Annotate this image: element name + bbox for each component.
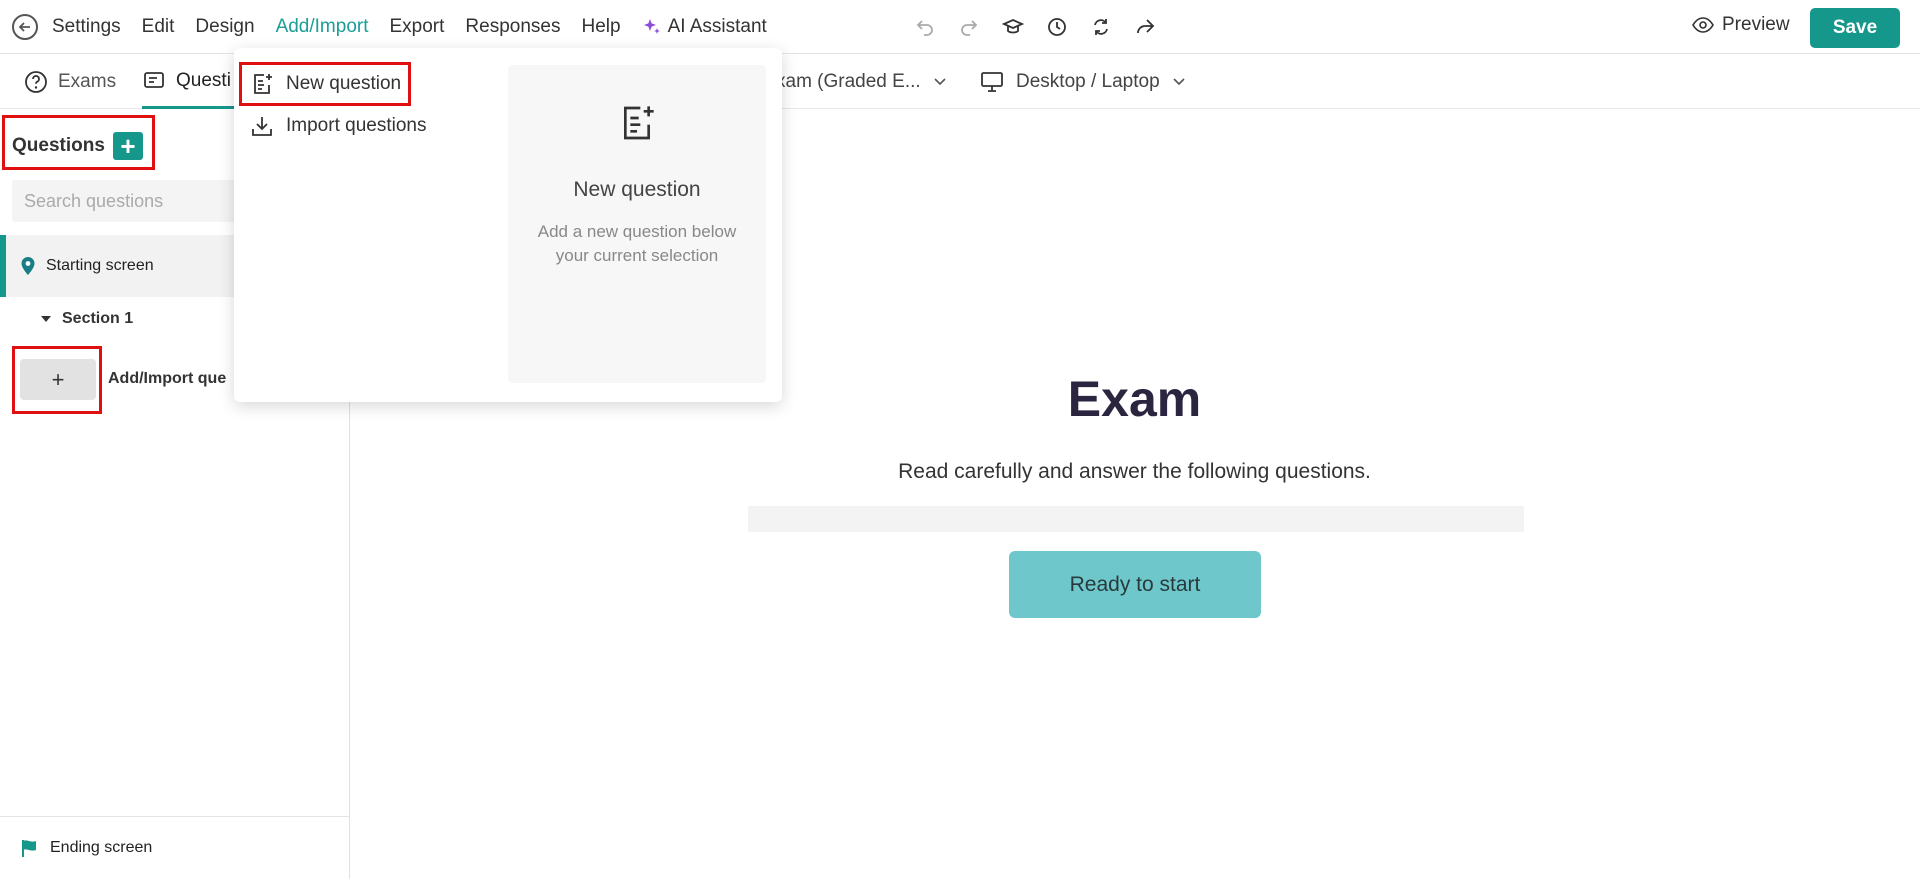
highlight-box — [12, 346, 102, 414]
caret-down-icon — [41, 316, 51, 322]
tab-questions-label: Questi — [176, 69, 231, 91]
ending-screen-label: Ending screen — [50, 839, 153, 856]
menu-help[interactable]: Help — [581, 16, 620, 38]
tab-exams[interactable]: Exams — [24, 55, 116, 109]
section-1-header[interactable]: Section 1 — [40, 310, 133, 328]
highlight-box — [2, 115, 155, 170]
tab-exams-label: Exams — [58, 71, 117, 92]
clock-icon[interactable] — [1044, 14, 1070, 40]
exam-subtitle[interactable]: Read carefully and answer the following … — [351, 460, 1918, 484]
refresh-icon[interactable] — [1088, 14, 1114, 40]
device-select-value: Desktop / Laptop — [1016, 71, 1160, 92]
toolbar-icons — [912, 14, 1158, 40]
top-menu-bar: Settings Edit Design Add/Import Export R… — [0, 0, 1920, 54]
eye-icon — [1692, 17, 1714, 33]
chevron-down-icon — [934, 78, 946, 86]
menu-add-import[interactable]: Add/Import — [276, 16, 369, 38]
preview-button[interactable]: Preview — [1692, 14, 1790, 36]
question-circle-icon — [25, 71, 47, 93]
preview-panel-description: Add a new question below your current se… — [537, 222, 737, 265]
ending-screen-item[interactable]: Ending screen — [0, 816, 349, 879]
menu-edit[interactable]: Edit — [142, 16, 175, 38]
flag-icon — [22, 840, 36, 857]
import-questions-label: Import questions — [286, 115, 427, 136]
placeholder-bar — [748, 506, 1524, 532]
main-menu: Settings Edit Design Add/Import Export R… — [52, 0, 767, 54]
preview-label: Preview — [1722, 14, 1790, 35]
share-icon[interactable] — [1132, 14, 1158, 40]
add-import-dropdown: New question Import questions New questi… — [234, 48, 782, 402]
chevron-down-icon — [1173, 78, 1185, 86]
menu-ai-assistant[interactable]: AI Assistant — [642, 16, 767, 38]
sparkle-icon — [643, 19, 660, 34]
monitor-icon — [981, 72, 1003, 92]
location-pin-icon — [21, 257, 35, 275]
menu-responses[interactable]: Responses — [465, 16, 560, 38]
save-button[interactable]: Save — [1810, 8, 1900, 48]
new-question-preview-panel: New question Add a new question below yo… — [508, 65, 766, 383]
device-select[interactable]: Desktop / Laptop — [980, 55, 1186, 109]
preview-panel-title: New question — [573, 178, 701, 201]
undo-icon[interactable] — [912, 14, 938, 40]
ready-to-start-button[interactable]: Ready to start — [1009, 551, 1261, 618]
section-1-label: Section 1 — [62, 310, 134, 327]
add-import-questions-label[interactable]: Add/Import que — [108, 370, 226, 388]
redo-icon[interactable] — [956, 14, 982, 40]
menu-settings[interactable]: Settings — [52, 16, 121, 38]
new-question-icon — [624, 106, 654, 140]
download-icon — [252, 117, 272, 136]
questions-list-icon — [144, 71, 164, 88]
highlight-box — [239, 62, 411, 106]
menu-export[interactable]: Export — [390, 16, 445, 38]
back-arrow-icon[interactable] — [12, 14, 38, 40]
graduation-cap-icon[interactable] — [1000, 14, 1026, 40]
mode-select[interactable]: xam (Graded E... — [776, 55, 947, 109]
import-questions-menu-item[interactable]: Import questions — [250, 114, 426, 138]
menu-design[interactable]: Design — [195, 16, 254, 38]
starting-screen-label: Starting screen — [46, 257, 154, 274]
mode-select-value: xam (Graded E... — [776, 71, 921, 92]
ai-assistant-label: AI Assistant — [667, 16, 767, 37]
